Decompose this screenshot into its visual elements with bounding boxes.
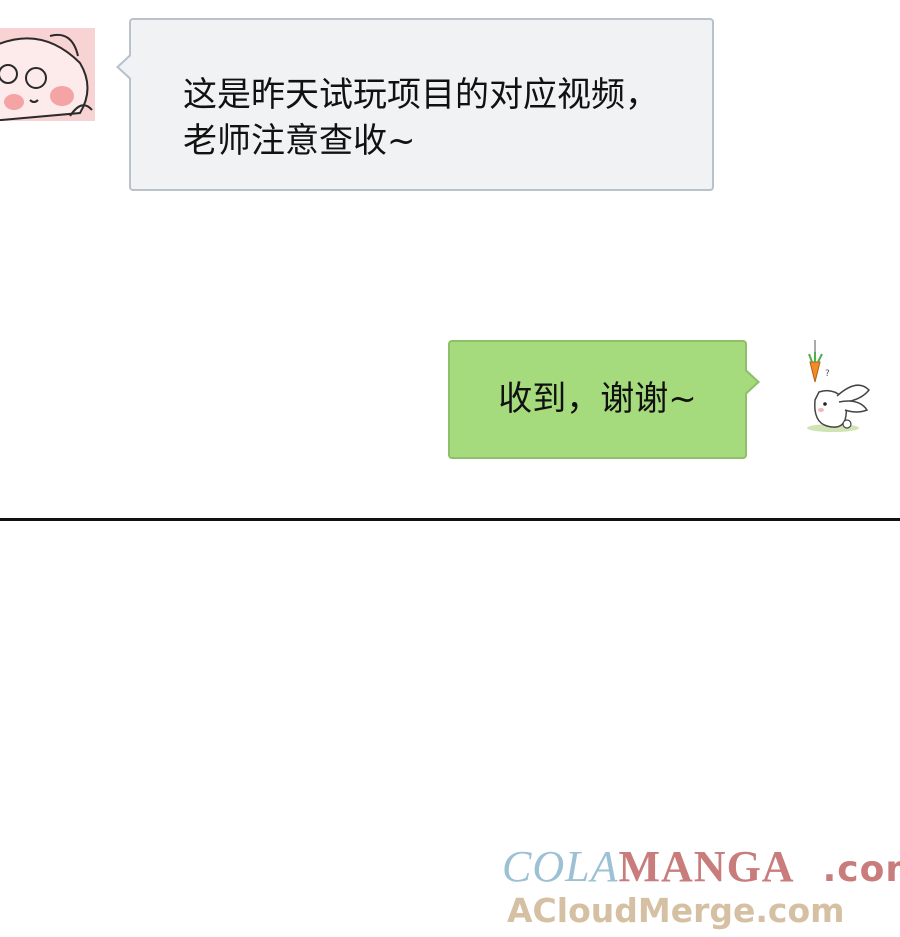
white-rabbit-with-carrot-icon: ? — [807, 340, 871, 432]
message-text: 收到，谢谢~ — [498, 379, 697, 419]
section-divider — [0, 518, 900, 521]
pink-bunny-face-icon — [0, 28, 95, 121]
bubble-tail-fill — [745, 371, 757, 393]
bubble-tail-fill — [119, 56, 131, 78]
message-line: 这是昨天试玩项目的对应视频， — [183, 75, 659, 115]
avatar-self[interactable]: ? — [795, 340, 875, 435]
watermark-manga: MANGA — [618, 842, 795, 891]
message-bubble-sent[interactable]: 收到，谢谢~ — [448, 340, 747, 459]
message-line: 老师注意查收~ — [183, 121, 416, 161]
watermark-cola: COLA — [502, 842, 619, 891]
watermark-colamanga: COLAMANGA .com — [502, 842, 900, 892]
watermark-com: .com — [822, 849, 900, 890]
avatar-sender[interactable] — [0, 28, 95, 121]
message-bubble-received[interactable]: 这是昨天试玩项目的对应视频， 老师注意查收~ — [129, 18, 714, 191]
svg-text:?: ? — [825, 369, 830, 379]
watermark-acloudmerge: ACloudMerge.com — [507, 891, 845, 930]
